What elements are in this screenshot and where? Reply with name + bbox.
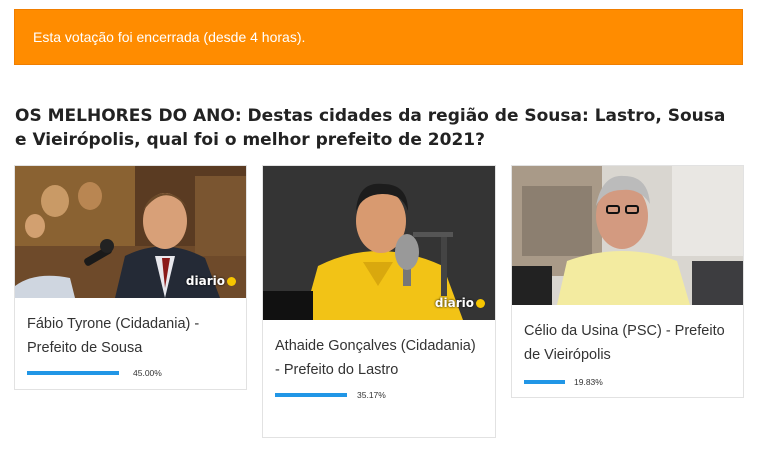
option-label: Athaide Gonçalves (Cidadania) - Prefeito… <box>275 338 476 378</box>
result-bar <box>27 371 127 375</box>
poll-question: OS MELHORES DO ANO: Destas cidades da re… <box>15 106 726 150</box>
poll-option-card[interactable]: diario Athaide Gonçalves (Cidadania) - P… <box>262 165 496 438</box>
candidate-photo: diario <box>15 166 246 298</box>
result-bar-fill <box>524 380 565 384</box>
candidate-photo: diario <box>263 166 495 320</box>
candidate-photo <box>512 166 743 305</box>
poll-closed-notice: Esta votação foi encerrada (desde 4 hora… <box>14 9 743 65</box>
poll-option-card[interactable]: diario Fábio Tyrone (Cidadania) - Prefei… <box>14 165 247 390</box>
result-bar-fill <box>27 371 119 375</box>
result-bar-row: 19.83% <box>512 377 743 387</box>
diario-logo: diario <box>435 296 485 310</box>
notice-text: Esta votação foi encerrada (desde 4 hora… <box>33 29 306 45</box>
result-percent: 35.17% <box>357 390 386 400</box>
result-bar <box>524 380 568 384</box>
result-bar-row: 35.17% <box>263 390 495 400</box>
result-bar-row: 45.00% <box>15 368 246 378</box>
option-label: Fábio Tyrone (Cidadania) - Prefeito de S… <box>27 316 200 356</box>
result-bar-fill <box>275 393 347 397</box>
result-percent: 45.00% <box>133 368 162 378</box>
result-percent: 19.83% <box>574 377 603 387</box>
option-label: Célio da Usina (PSC) - Prefeito de Vieir… <box>524 323 725 363</box>
poll-option-card[interactable]: Célio da Usina (PSC) - Prefeito de Vieir… <box>511 165 744 398</box>
diario-logo: diario <box>186 274 236 288</box>
result-bar <box>275 393 351 397</box>
